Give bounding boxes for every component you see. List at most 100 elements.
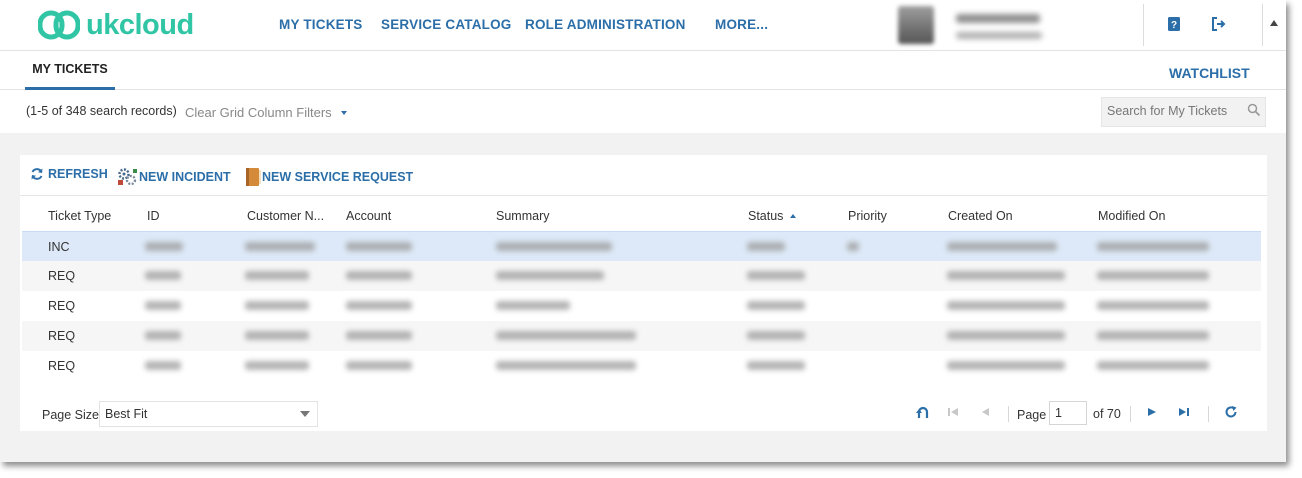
col-ticket-type[interactable]: Ticket Type [48,209,111,223]
col-modified-on[interactable]: Modified On [1098,209,1165,223]
redacted-cell [496,242,612,251]
redacted-cell [245,331,309,340]
redacted-cell [245,301,309,310]
nav-more[interactable]: MORE... [715,17,768,32]
col-priority[interactable]: Priority [848,209,887,223]
watchlist-link[interactable]: WATCHLIST [1169,65,1250,81]
clear-grid-filters-dropdown[interactable]: Clear Grid Column Filters [185,105,348,120]
redacted-cell [346,361,412,370]
redacted-cell [747,271,805,280]
redacted-cell [245,242,315,251]
ticket-type-cell: REQ [48,359,76,373]
tab-my-tickets[interactable]: MY TICKETS [25,51,115,90]
page-label: Page [1017,408,1047,422]
tickets-grid-panel: REFRESH NEW INCIDENT NEW SERVICE REQUEST… [20,155,1267,431]
table-row[interactable]: REQ [22,291,1261,321]
top-navigation-bar: ukcloud MY TICKETS SERVICE CATALOG ROLE … [0,0,1286,51]
grid-pager: Page Size Best Fit Page of 70 [20,399,1267,431]
nav-my-tickets[interactable]: MY TICKETS [279,17,363,32]
redacted-cell [947,271,1065,280]
new-incident-label: NEW INCIDENT [139,170,231,184]
table-row[interactable]: REQ [22,261,1261,291]
record-count: (1-5 of 348 search records) [26,104,177,118]
pager-divider [1130,406,1131,422]
redacted-cell [145,331,181,340]
ticket-type-cell: REQ [48,329,76,343]
redacted-cell [947,301,1065,310]
gears-icon [118,168,137,186]
chevron-down-icon [341,111,348,115]
col-created-on[interactable]: Created On [948,209,1013,223]
scrollbar-divider [1262,4,1263,46]
redacted-cell [747,242,785,251]
redacted-cell [947,331,1065,340]
redacted-cell [496,301,570,310]
logout-icon[interactable] [1211,16,1229,34]
help-icon[interactable]: ? [1166,16,1184,34]
ticket-type-cell: REQ [48,299,76,313]
page-size-value: Best Fit [105,407,148,421]
refresh-button[interactable]: REFRESH [30,167,108,181]
col-account[interactable]: Account [346,209,391,223]
redacted-cell [947,242,1057,251]
nav-role-administration[interactable]: ROLE ADMINISTRATION [525,17,686,32]
new-service-request-button[interactable]: NEW SERVICE REQUEST [244,167,413,187]
pager-divider [1008,406,1009,422]
ticket-type-cell: REQ [48,269,76,283]
undo-icon[interactable] [915,405,929,419]
user-detail-redacted [956,32,1042,39]
table-row[interactable]: REQ [22,351,1261,381]
redacted-cell [496,271,604,280]
redacted-cell [1097,242,1209,251]
header-divider [1143,4,1144,46]
pager-divider [1208,406,1209,422]
scroll-up-arrow-icon[interactable] [1268,16,1282,34]
first-page-icon[interactable] [946,405,960,419]
new-service-request-label: NEW SERVICE REQUEST [262,170,414,184]
col-status[interactable]: Status [748,209,797,223]
ticket-type-cell: INC [48,240,70,254]
clear-filters-label: Clear Grid Column Filters [185,105,332,120]
col-summary[interactable]: Summary [496,209,549,223]
redacted-cell [747,331,805,340]
page-size-select[interactable]: Best Fit [99,401,318,427]
ukcloud-logo[interactable]: ukcloud [37,8,194,42]
col-customer-name[interactable]: Customer N... [247,209,324,223]
search-icon[interactable] [1247,103,1261,117]
redacted-cell [346,331,412,340]
user-profile[interactable] [896,4,1096,46]
page-number-input[interactable] [1049,401,1087,425]
svg-text:?: ? [1171,20,1177,31]
refresh-label: REFRESH [48,167,108,181]
table-row[interactable]: REQ [22,321,1261,351]
redacted-cell [1097,361,1209,370]
total-pages-label: of 70 [1093,407,1121,421]
redacted-cell [947,361,1065,370]
user-name-redacted [956,14,1040,23]
last-page-icon[interactable] [1177,405,1191,419]
previous-page-icon[interactable] [978,405,992,419]
col-status-label: Status [748,209,784,223]
search-input[interactable] [1107,104,1229,118]
redacted-cell [346,242,412,251]
col-id[interactable]: ID [147,209,160,223]
redacted-cell [496,331,636,340]
new-incident-button[interactable]: NEW INCIDENT [117,167,231,187]
refresh-icon [31,168,43,180]
table-row[interactable]: INC [22,231,1261,263]
next-page-icon[interactable] [1145,405,1159,419]
redacted-cell [747,361,805,370]
sub-tabs: MY TICKETS WATCHLIST [0,51,1286,90]
dropdown-arrow-icon [300,411,310,417]
sort-ascending-icon [790,214,797,218]
redacted-cell [1097,271,1209,280]
redacted-cell [346,301,412,310]
reload-icon[interactable] [1224,405,1238,419]
logo-text: ukcloud [86,9,194,41]
book-icon [246,168,261,186]
redacted-cell [847,242,859,251]
avatar [898,6,934,44]
redacted-cell [145,242,183,251]
logo-mark-icon [37,10,81,40]
nav-service-catalog[interactable]: SERVICE CATALOG [381,17,512,32]
